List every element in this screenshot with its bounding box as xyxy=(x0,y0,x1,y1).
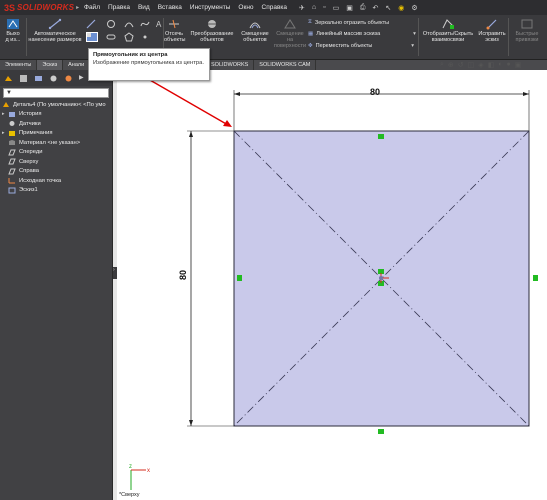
previous-view-icon[interactable]: ↺ xyxy=(458,61,464,69)
hide-show-icon[interactable]: ◐ xyxy=(498,61,502,69)
height-dimension-value[interactable]: 80 xyxy=(178,270,188,280)
zoom-area-icon[interactable]: ⊕ xyxy=(448,61,454,69)
annotation-arrow-layer xyxy=(135,71,232,127)
display-style-icon[interactable]: ◧ xyxy=(488,61,495,69)
scene-icon[interactable]: ▣ xyxy=(515,61,522,69)
tooltip-title: Прямоугольник из центра xyxy=(93,52,168,58)
heads-up-view-toolbar: ⌕ ⊕ ↺ ◫ ◈ ◧ ◐ ● ▣ xyxy=(440,61,521,69)
section-view-icon[interactable]: ◫ xyxy=(468,61,475,69)
tooltip: Прямоугольник из центра Изображение прям… xyxy=(88,48,210,81)
view-orientation-icon[interactable]: ◈ xyxy=(478,61,483,69)
appearance-icon[interactable]: ● xyxy=(507,61,511,69)
width-dimension-value[interactable]: 80 xyxy=(370,87,380,97)
view-orientation-label: *Сверху xyxy=(119,492,140,498)
search-icon[interactable]: ⌕ xyxy=(440,61,444,69)
tooltip-body: Изображение прямоугольника из центра. xyxy=(93,60,204,66)
